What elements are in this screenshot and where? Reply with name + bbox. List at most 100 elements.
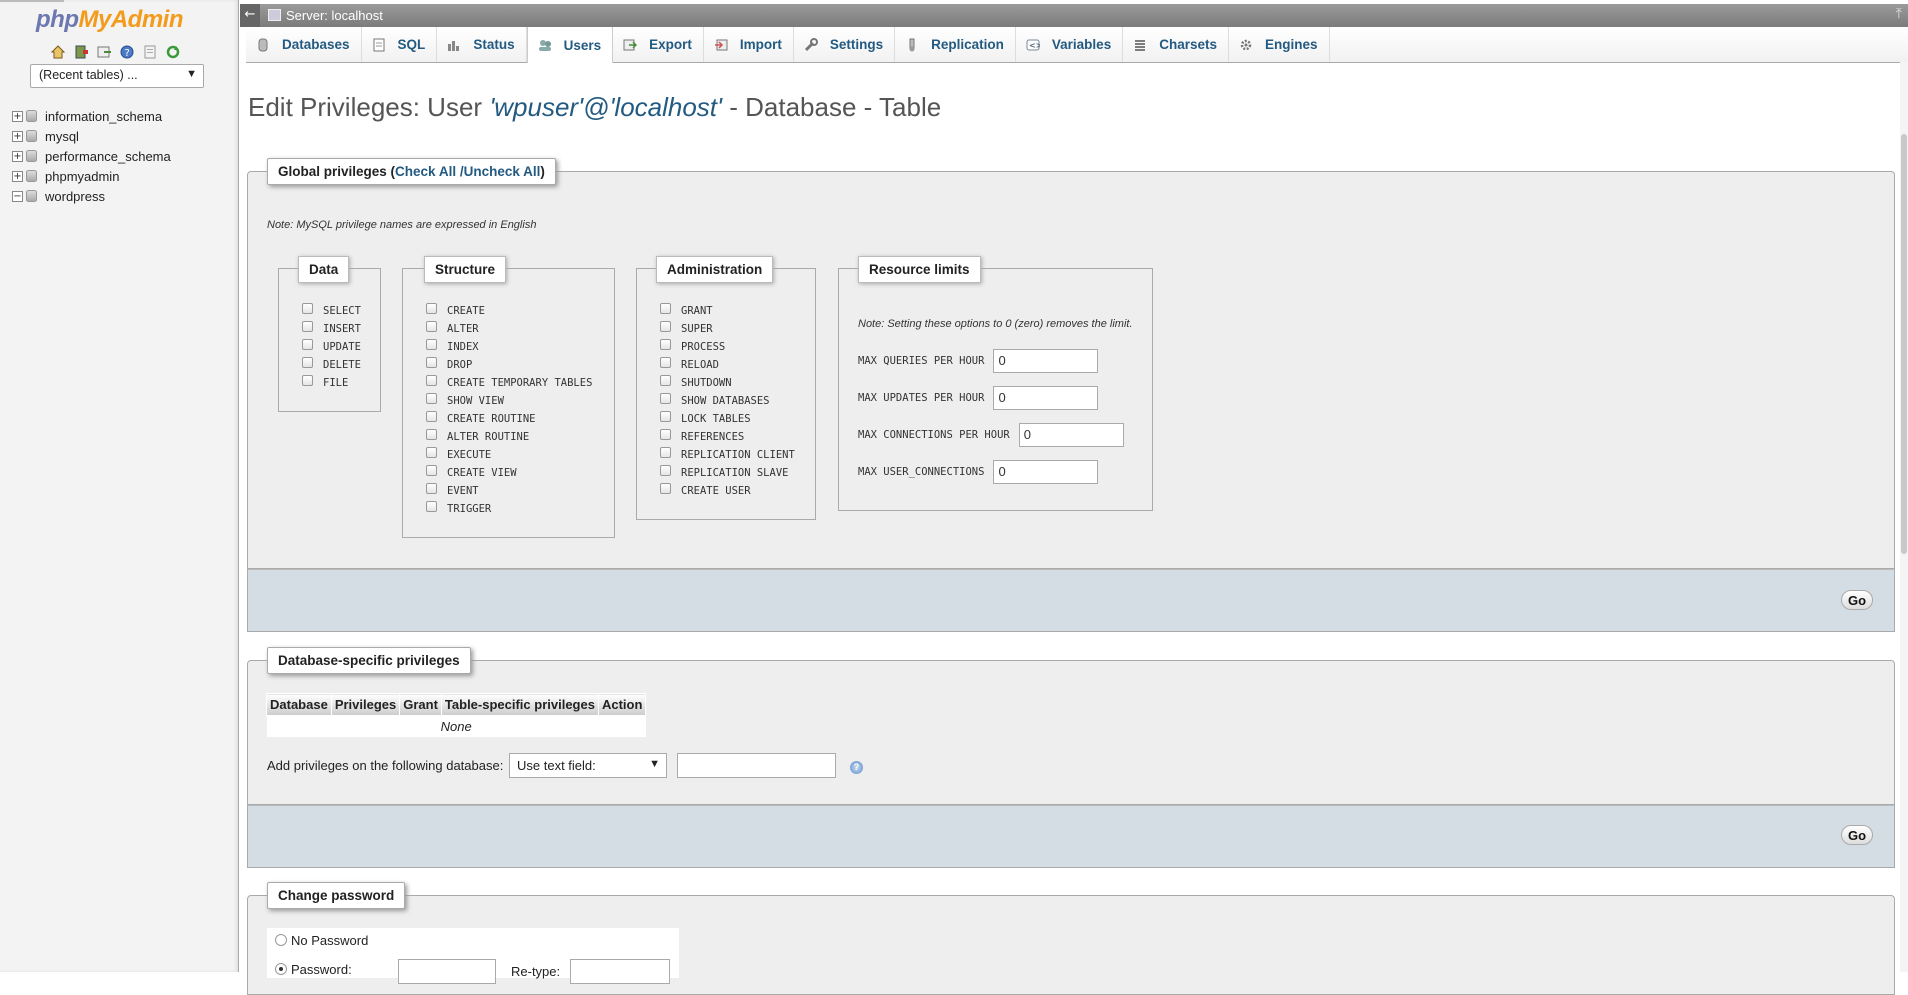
db-item-phpmyadmin[interactable]: + phpmyadmin	[12, 166, 171, 186]
query-window-icon[interactable]	[96, 44, 112, 60]
no-password-option[interactable]: No Password	[275, 933, 368, 948]
checkbox[interactable]	[660, 446, 671, 458]
checkbox[interactable]	[660, 338, 671, 350]
expand-icon[interactable]: +	[12, 170, 23, 182]
tab-users[interactable]: Users	[526, 27, 614, 63]
priv-references[interactable]: REFERENCES	[660, 428, 795, 446]
priv-create-temporary-tables[interactable]: CREATE TEMPORARY TABLES	[426, 374, 592, 392]
database-select[interactable]: Use text field: ▼	[509, 753, 667, 778]
priv-lock-tables[interactable]: LOCK TABLES	[660, 410, 795, 428]
go-button-database[interactable]: Go	[1841, 825, 1873, 845]
tab-variables[interactable]: <> Variables	[1016, 27, 1124, 62]
expand-icon[interactable]: +	[12, 110, 23, 122]
page-scrollbar[interactable]	[1900, 62, 1908, 972]
check-all-link[interactable]: Check All	[395, 164, 456, 179]
home-icon[interactable]	[50, 44, 66, 60]
expand-icon[interactable]: +	[12, 150, 23, 162]
checkbox[interactable]	[426, 374, 437, 386]
checkbox[interactable]	[426, 464, 437, 476]
password-option[interactable]: Password:	[275, 962, 352, 977]
tab-sql[interactable]: SQL	[362, 27, 438, 62]
checkbox[interactable]	[426, 428, 437, 440]
priv-alter-routine[interactable]: ALTER ROUTINE	[426, 428, 592, 446]
db-name[interactable]: performance_schema	[45, 149, 171, 164]
no-password-radio[interactable]	[275, 934, 287, 946]
max-connections-input[interactable]: 0	[1018, 423, 1124, 447]
phpmyadmin-logo[interactable]: phpMyAdmin	[36, 6, 183, 34]
priv-delete[interactable]: DELETE	[302, 356, 361, 374]
go-button-global[interactable]: Go	[1841, 590, 1873, 610]
password-radio[interactable]	[275, 963, 287, 975]
priv-grant[interactable]: GRANT	[660, 302, 795, 320]
priv-replication-client[interactable]: REPLICATION CLIENT	[660, 446, 795, 464]
tab-engines[interactable]: Engines	[1229, 27, 1330, 62]
back-arrow-icon[interactable]: ←	[240, 4, 260, 27]
db-item-mysql[interactable]: + mysql	[12, 126, 171, 146]
priv-index[interactable]: INDEX	[426, 338, 592, 356]
priv-update[interactable]: UPDATE	[302, 338, 361, 356]
tab-settings[interactable]: Settings	[794, 27, 896, 62]
priv-select[interactable]: SELECT	[302, 302, 361, 320]
db-name[interactable]: mysql	[45, 129, 79, 144]
checkbox[interactable]	[426, 356, 437, 368]
checkbox[interactable]	[302, 374, 313, 386]
checkbox[interactable]	[660, 482, 671, 494]
database-name-input[interactable]	[677, 753, 836, 778]
tab-import[interactable]: Import	[704, 27, 794, 62]
max-updates-input[interactable]: 0	[993, 386, 1099, 410]
priv-insert[interactable]: INSERT	[302, 320, 361, 338]
db-name[interactable]: wordpress	[45, 189, 105, 204]
checkbox[interactable]	[426, 482, 437, 494]
checkbox[interactable]	[426, 446, 437, 458]
checkbox[interactable]	[426, 320, 437, 332]
priv-drop[interactable]: DROP	[426, 356, 592, 374]
recent-tables-select[interactable]: (Recent tables) ... ▼	[30, 64, 204, 88]
priv-create[interactable]: CREATE	[426, 302, 592, 320]
max-queries-input[interactable]: 0	[993, 349, 1099, 373]
checkbox[interactable]	[302, 320, 313, 332]
mysql-docs-icon[interactable]	[142, 44, 158, 60]
priv-create-user[interactable]: CREATE USER	[660, 482, 795, 500]
server-link[interactable]: Server: localhost	[286, 8, 383, 23]
checkbox[interactable]	[426, 410, 437, 422]
priv-show-databases[interactable]: SHOW DATABASES	[660, 392, 795, 410]
checkbox[interactable]	[660, 392, 671, 404]
checkbox[interactable]	[660, 356, 671, 368]
priv-reload[interactable]: RELOAD	[660, 356, 795, 374]
db-name[interactable]: phpmyadmin	[45, 169, 119, 184]
priv-replication-slave[interactable]: REPLICATION SLAVE	[660, 464, 795, 482]
checkbox[interactable]	[426, 338, 437, 350]
priv-show-view[interactable]: SHOW VIEW	[426, 392, 592, 410]
priv-shutdown[interactable]: SHUTDOWN	[660, 374, 795, 392]
uncheck-all-link[interactable]: Uncheck All	[464, 164, 541, 179]
checkbox[interactable]	[426, 392, 437, 404]
tab-status[interactable]: Status	[437, 27, 527, 62]
checkbox[interactable]	[302, 338, 313, 350]
db-name[interactable]: information_schema	[45, 109, 162, 124]
priv-execute[interactable]: EXECUTE	[426, 446, 592, 464]
collapse-bar-icon[interactable]: ⤒	[1896, 6, 1902, 22]
logout-icon[interactable]	[73, 44, 89, 60]
checkbox[interactable]	[660, 464, 671, 476]
tab-replication[interactable]: Replication	[895, 27, 1016, 62]
priv-create-view[interactable]: CREATE VIEW	[426, 464, 592, 482]
help-icon[interactable]: ?	[850, 761, 863, 774]
docs-icon[interactable]: ?	[119, 44, 135, 60]
checkbox[interactable]	[660, 302, 671, 314]
priv-process[interactable]: PROCESS	[660, 338, 795, 356]
checkbox[interactable]	[660, 320, 671, 332]
priv-trigger[interactable]: TRIGGER	[426, 500, 592, 518]
priv-event[interactable]: EVENT	[426, 482, 592, 500]
checkbox[interactable]	[302, 356, 313, 368]
collapse-icon[interactable]: −	[12, 190, 23, 202]
checkbox[interactable]	[660, 374, 671, 386]
checkbox[interactable]	[660, 428, 671, 440]
title-user[interactable]: 'wpuser'@'localhost'	[489, 92, 722, 122]
tab-charsets[interactable]: Charsets	[1123, 27, 1229, 62]
db-item-performance-schema[interactable]: + performance_schema	[12, 146, 171, 166]
db-item-wordpress[interactable]: − wordpress	[12, 186, 171, 206]
priv-super[interactable]: SUPER	[660, 320, 795, 338]
reload-icon[interactable]	[165, 44, 181, 60]
checkbox[interactable]	[660, 410, 671, 422]
priv-alter[interactable]: ALTER	[426, 320, 592, 338]
